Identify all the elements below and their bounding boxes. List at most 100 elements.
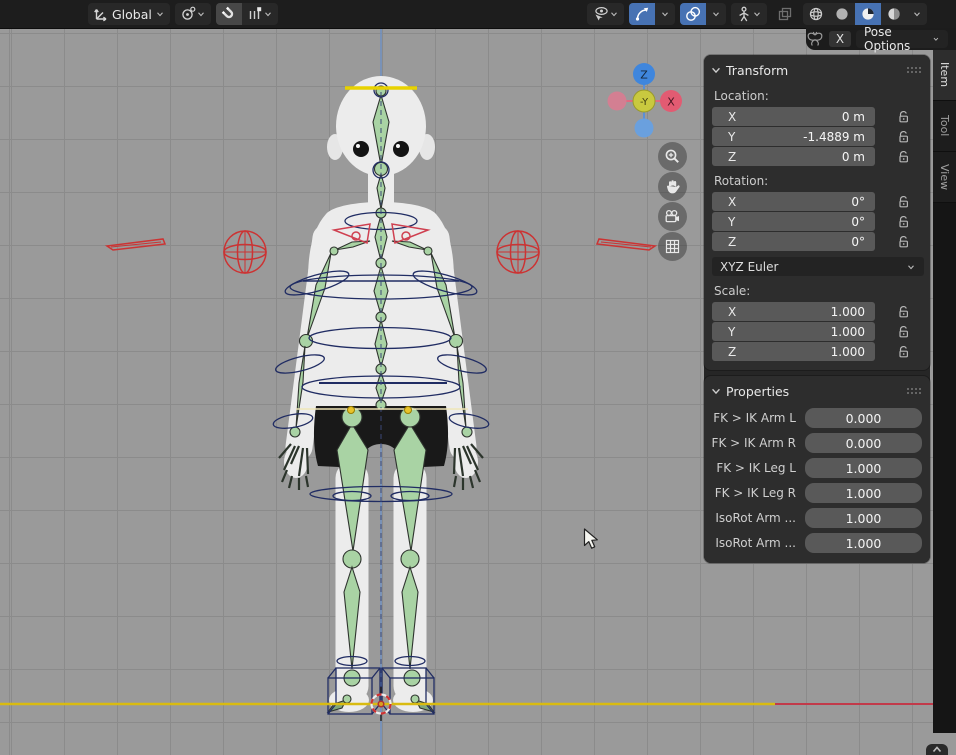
ik-sphere-left (224, 231, 266, 273)
tab-item[interactable]: Item (933, 50, 956, 101)
camera-icon (664, 208, 681, 225)
scale-z-field[interactable]: Z 1.000 (712, 342, 875, 361)
fk-ik-leg-l-slider[interactable]: 1.000 (805, 458, 922, 478)
chevron-down-icon (752, 9, 762, 19)
lock-location-x[interactable] (897, 110, 911, 124)
pivot-point-icon (180, 6, 196, 22)
isorot-arm-1-slider[interactable]: 1.000 (805, 508, 922, 528)
isorot-arm-2-slider[interactable]: 1.000 (805, 533, 922, 553)
chevron-down-icon (263, 9, 273, 19)
lock-rotation-y[interactable] (897, 215, 911, 229)
toggle-xray-button[interactable] (772, 3, 798, 25)
shading-dropdown[interactable] (907, 3, 927, 25)
gizmo-x-label: X (667, 96, 675, 109)
show-overlays-toggle[interactable] (680, 3, 706, 25)
right-eye (393, 141, 409, 157)
location-z-field[interactable]: Z 0 m (712, 147, 875, 166)
shading-wireframe-button[interactable] (803, 3, 829, 25)
rotation-z-field[interactable]: Z 0° (712, 232, 875, 251)
show-gizmos-toggle[interactable] (629, 3, 655, 25)
wireframe-sphere-icon (808, 6, 824, 22)
fk-ik-leg-r-slider[interactable]: 1.000 (805, 483, 922, 503)
pose-display-dropdown[interactable] (731, 3, 767, 25)
camera-view-button[interactable] (658, 202, 687, 231)
chevron-up-icon (932, 746, 942, 753)
rotation-y-field[interactable]: Y 0° (712, 212, 875, 231)
scale-y-field[interactable]: Y 1.000 (712, 322, 875, 341)
x-axis-mirror-toggle[interactable] (806, 31, 824, 47)
rotation-x-field[interactable]: X 0° (712, 192, 875, 211)
chevron-down-icon (711, 9, 721, 19)
unlock-icon (897, 235, 911, 249)
lock-location-z[interactable] (897, 150, 911, 164)
unlock-icon (897, 150, 911, 164)
lock-location-y[interactable] (897, 130, 911, 144)
gizmo-neg-z-ball[interactable] (635, 119, 654, 138)
sidebar: Transform Location: X 0 m (704, 55, 930, 563)
location-x-field[interactable]: X 0 m (712, 107, 875, 126)
armature-figure-icon (736, 6, 752, 22)
solid-sphere-icon (834, 6, 850, 22)
chevron-down-icon (932, 34, 940, 44)
pose-options-dropdown[interactable]: Pose Options (856, 30, 948, 48)
object-visibility-dropdown[interactable] (587, 3, 624, 25)
lock-rotation-z[interactable] (897, 235, 911, 249)
transform-panel-header[interactable]: Transform (710, 59, 924, 81)
ik-sphere-right (497, 231, 539, 273)
shading-solid-button[interactable] (829, 3, 855, 25)
tab-tool[interactable]: Tool (933, 101, 956, 152)
unlock-icon (897, 130, 911, 144)
fk-ik-arm-l-slider[interactable]: 0.000 (805, 408, 922, 428)
collapsed-panel-arrow[interactable] (926, 744, 948, 755)
move-view-button[interactable] (658, 172, 687, 201)
snap-magnet-toggle[interactable] (216, 3, 242, 25)
location-y-field[interactable]: Y -1.4889 m (712, 127, 875, 146)
toggle-projection-button[interactable] (658, 232, 687, 261)
transform-orientation-dropdown[interactable]: Global (88, 3, 170, 25)
material-preview-sphere-icon (860, 6, 876, 22)
location-label: Location: (714, 89, 924, 103)
mouse-cursor (583, 528, 601, 550)
rotation-label: Rotation: (714, 174, 924, 188)
overlays-icon (685, 6, 701, 22)
lock-scale-x[interactable] (897, 305, 911, 319)
fk-ik-arm-r-slider[interactable]: 0.000 (805, 433, 922, 453)
magnifier-plus-icon (664, 148, 681, 165)
unlock-icon (897, 215, 911, 229)
pivot-point-dropdown[interactable] (175, 3, 211, 25)
pose-options-label: Pose Options (864, 25, 925, 53)
lock-rotation-x[interactable] (897, 195, 911, 209)
rotation-mode-dropdown[interactable]: XYZ Euler (712, 257, 924, 276)
orientation-label: Global (112, 7, 152, 22)
scale-x-field[interactable]: X 1.000 (712, 302, 875, 321)
orientation-global-icon (93, 6, 109, 22)
properties-panel-header[interactable]: Properties (710, 380, 924, 402)
lock-scale-z[interactable] (897, 345, 911, 359)
lock-scale-y[interactable] (897, 325, 911, 339)
rendered-sphere-icon (886, 6, 902, 22)
chevron-down-icon (609, 9, 619, 19)
unlock-icon (897, 305, 911, 319)
chevron-down-icon (660, 9, 670, 19)
gizmo-center-label: -Y (640, 97, 648, 108)
xray-icon (777, 6, 793, 22)
scale-label: Scale: (714, 284, 924, 298)
panel-title: Transform (726, 63, 788, 78)
overlays-dropdown[interactable] (706, 3, 726, 25)
tab-view[interactable]: View (933, 152, 956, 203)
hand-icon (664, 178, 681, 195)
panel-drag-handle[interactable] (906, 387, 922, 395)
navigation-gizmo[interactable]: Z X -Y (604, 61, 684, 141)
shading-rendered-button[interactable] (881, 3, 907, 25)
mirror-x-button[interactable]: X (829, 31, 851, 47)
snap-settings-dropdown[interactable] (242, 3, 278, 25)
snap-increment-icon (247, 6, 263, 22)
shading-material-button[interactable] (855, 3, 881, 25)
chevron-down-icon (906, 262, 916, 272)
drag-dots-icon (906, 387, 922, 395)
panel-drag-handle[interactable] (906, 66, 922, 74)
gizmos-dropdown[interactable] (655, 3, 675, 25)
zoom-button[interactable] (658, 142, 687, 171)
panel-title: Properties (726, 384, 789, 399)
gizmo-neg-x-ball[interactable] (608, 92, 627, 111)
